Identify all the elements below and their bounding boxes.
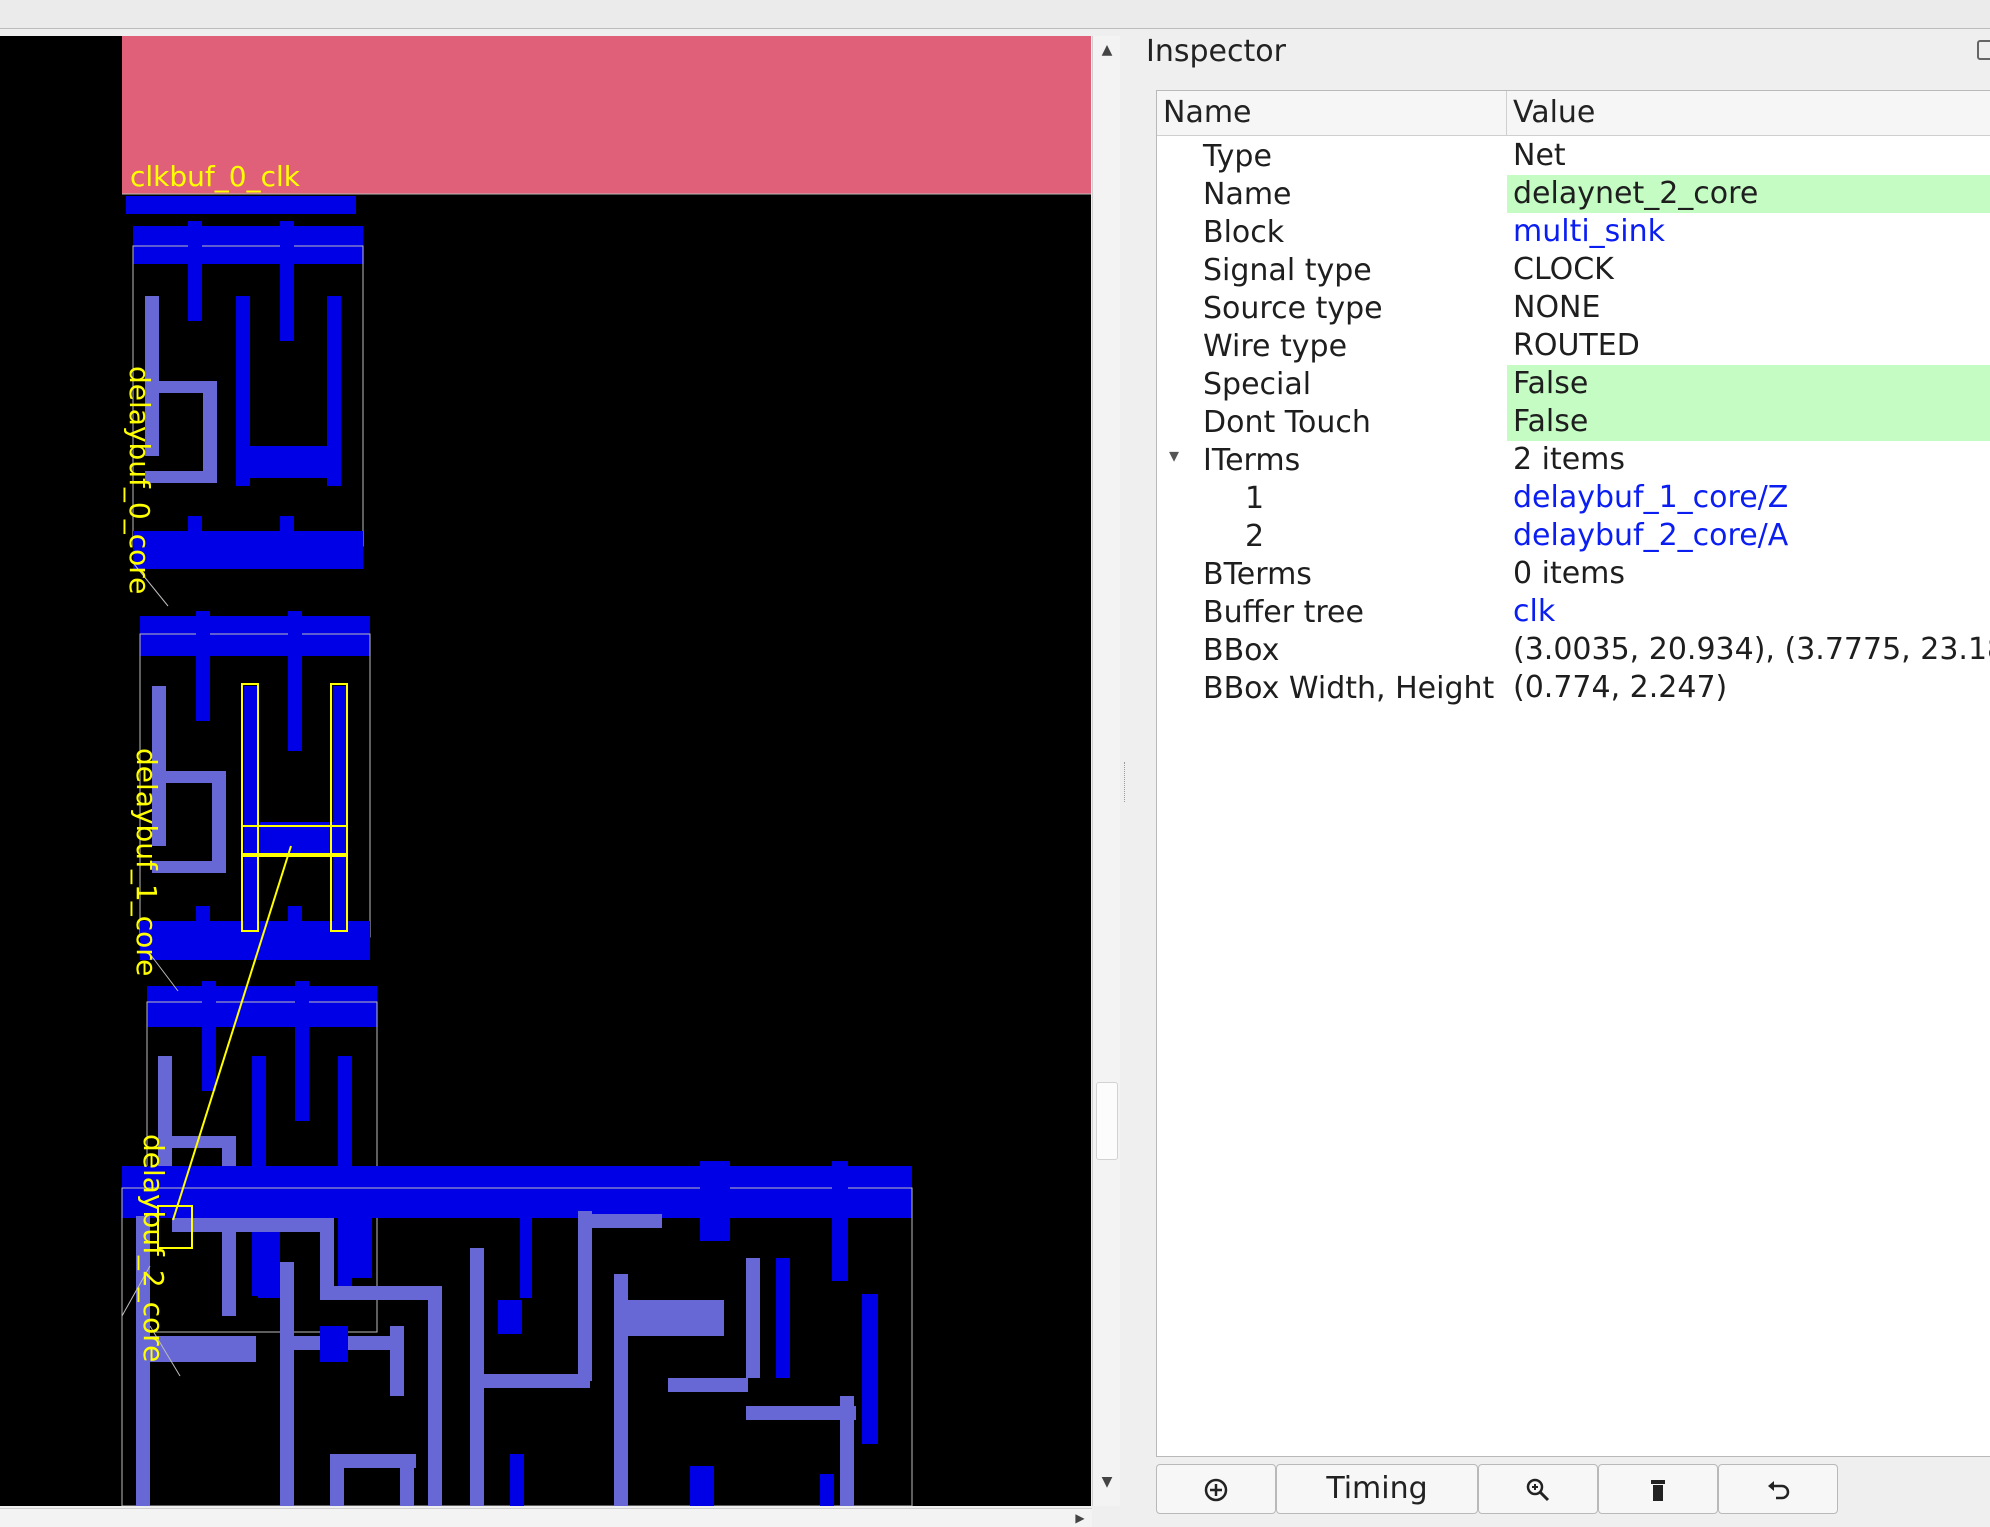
property-name: Dont Touch — [1203, 405, 1371, 440]
zoom-to-icon — [1204, 1478, 1228, 1502]
property-row[interactable]: Name delaynet_2_core — [1157, 175, 1990, 213]
property-value: False — [1507, 365, 1990, 403]
layout-vertical-scrollbar[interactable]: ▲ ▼ — [1092, 36, 1121, 1506]
property-value: ROUTED — [1513, 328, 1640, 363]
label-delaybuf-1-core: delaybuf_1_core — [130, 748, 163, 976]
scroll-right-icon[interactable]: ▶ — [1068, 1509, 1092, 1527]
property-name: 1 — [1245, 481, 1265, 516]
undo-button[interactable] — [1718, 1464, 1838, 1514]
inspector-toolbar: Timing — [1156, 1464, 1990, 1518]
property-row[interactable]: BBox Width, Height (0.774, 2.247) — [1157, 669, 1990, 707]
property-value: Net — [1513, 138, 1566, 173]
property-name: Signal type — [1203, 253, 1372, 288]
property-value[interactable]: delaybuf_2_core/A — [1507, 517, 1990, 555]
column-header-name[interactable]: Name — [1163, 95, 1252, 130]
property-row[interactable]: Type Net — [1157, 137, 1990, 175]
property-value: NONE — [1513, 290, 1601, 325]
property-row[interactable]: ▾ ITerms 2 items — [1157, 441, 1990, 479]
property-value[interactable]: delaybuf_1_core/Z — [1507, 479, 1990, 517]
label-clkbuf-0-clk: clkbuf_0_clk — [130, 160, 301, 193]
property-name: BBox Width, Height — [1203, 671, 1495, 706]
property-value: (0.774, 2.247) — [1513, 670, 1728, 705]
property-row[interactable]: Wire type ROUTED — [1157, 327, 1990, 365]
property-name: ITerms — [1203, 443, 1301, 478]
tree-header: Name Value — [1157, 91, 1990, 136]
property-row[interactable]: BTerms 0 items — [1157, 555, 1990, 593]
highlight-button[interactable] — [1478, 1464, 1598, 1514]
scroll-up-icon[interactable]: ▲ — [1093, 36, 1121, 64]
property-name: Type — [1203, 139, 1272, 174]
property-row[interactable]: 2 delaybuf_2_core/A — [1157, 517, 1990, 555]
property-value[interactable]: clk — [1507, 593, 1990, 631]
layout-horizontal-scrollbar[interactable]: ▶ — [0, 1508, 1092, 1527]
undo-icon — [1768, 1481, 1790, 1500]
property-value: delaynet_2_core — [1507, 175, 1990, 213]
property-value[interactable]: multi_sink — [1507, 213, 1990, 251]
property-value: False — [1507, 403, 1990, 441]
property-row[interactable]: Source type NONE — [1157, 289, 1990, 327]
property-value: (3.0035, 20.934), (3.7775, 23.181) — [1513, 632, 1990, 667]
inspector-tree[interactable]: Name Value Type Net Name delaynet_2_core Blo… — [1156, 90, 1990, 1457]
property-row[interactable]: BBox (3.0035, 20.934), (3.7775, 23.181) — [1157, 631, 1990, 669]
delete-icon — [1651, 1480, 1665, 1501]
column-separator — [1506, 91, 1507, 135]
label-delaybuf-0-core: delaybuf_0_core — [123, 366, 156, 594]
property-row[interactable]: 1 delaybuf_1_core/Z — [1157, 479, 1990, 517]
expand-arrow-icon[interactable]: ▾ — [1169, 443, 1179, 467]
property-name: Block — [1203, 215, 1285, 250]
inspector-panel: Inspector Name Value Type Net Name delaynet… — [1130, 32, 1990, 1526]
scroll-down-icon[interactable]: ▼ — [1093, 1468, 1121, 1496]
label-delaybuf-2-core: delaybuf_2_core — [137, 1134, 170, 1362]
float-dock-icon[interactable] — [1977, 40, 1990, 60]
zoom-to-button[interactable] — [1156, 1464, 1276, 1514]
property-name: BBox — [1203, 633, 1280, 668]
property-name: BTerms — [1203, 557, 1312, 592]
property-row[interactable]: Dont Touch False — [1157, 403, 1990, 441]
property-name: 2 — [1245, 519, 1265, 554]
layout-viewer[interactable]: clkbuf_0_clk delaybuf_0_core delaybuf_1_… — [0, 32, 1120, 1526]
property-name: Special — [1203, 367, 1312, 402]
property-value: CLOCK — [1513, 252, 1614, 287]
dock-splitter[interactable] — [1120, 32, 1130, 1526]
title-bar — [0, 0, 1990, 29]
column-header-value[interactable]: Value — [1513, 95, 1595, 130]
property-name: Name — [1203, 177, 1292, 212]
splitter-grip — [1124, 762, 1127, 802]
property-row[interactable]: Block multi_sink — [1157, 213, 1990, 251]
property-name: Buffer tree — [1203, 595, 1364, 630]
scroll-thumb[interactable] — [1096, 1082, 1118, 1160]
layout-canvas[interactable]: clkbuf_0_clk delaybuf_0_core delaybuf_1_… — [0, 36, 1091, 1506]
property-name: Source type — [1203, 291, 1383, 326]
property-rows: Type Net Name delaynet_2_core Block multi_sin… — [1157, 137, 1990, 707]
property-value: 2 items — [1513, 442, 1626, 477]
property-row[interactable]: Buffer tree clk — [1157, 593, 1990, 631]
property-row[interactable]: Signal type CLOCK — [1157, 251, 1990, 289]
magnifier-icon — [1526, 1478, 1550, 1502]
property-value: 0 items — [1513, 556, 1626, 591]
delete-button[interactable] — [1598, 1464, 1718, 1514]
inspector-title: Inspector — [1146, 34, 1286, 69]
property-name: Wire type — [1203, 329, 1348, 364]
timing-button[interactable]: Timing — [1276, 1464, 1478, 1514]
property-row[interactable]: Special False — [1157, 365, 1990, 403]
